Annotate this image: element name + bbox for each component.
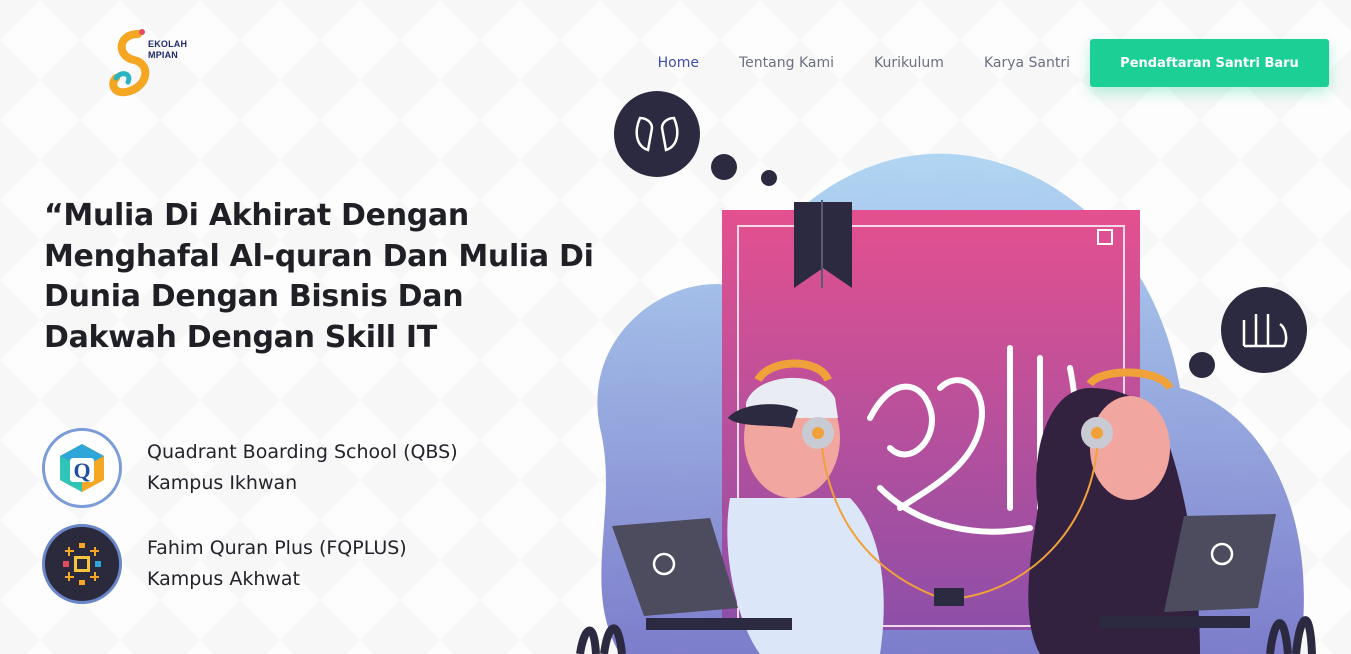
logo-text-line1: EKOLAH — [148, 39, 188, 49]
campus-fqplus-text: Fahim Quran Plus (FQPLUS) Kampus Akhwat — [147, 533, 407, 595]
site-logo[interactable]: EKOLAH MPIAN — [108, 26, 198, 98]
campus-qbs-sub: Kampus Ikhwan — [147, 472, 298, 494]
campus-fqplus-name: Fahim Quran Plus (FQPLUS) — [147, 537, 407, 559]
qbs-logo-icon: Q — [42, 428, 122, 508]
nav-karya-santri[interactable]: Karya Santri — [984, 55, 1070, 71]
svg-text:Q: Q — [73, 458, 90, 483]
campus-fqplus-sub: Kampus Akhwat — [147, 568, 300, 590]
logo-mark-icon — [109, 29, 150, 97]
prayer-hands-icon — [614, 91, 700, 177]
allah-calligraphy-icon — [1221, 287, 1307, 373]
campus-qbs-text: Quadrant Boarding School (QBS) Kampus Ik… — [147, 437, 458, 499]
hero-illustration — [560, 88, 1351, 654]
nav-kurikulum[interactable]: Kurikulum — [874, 55, 944, 71]
campus-qbs-name: Quadrant Boarding School (QBS) — [147, 441, 458, 463]
campus-fqplus[interactable]: Fahim Quran Plus (FQPLUS) Kampus Akhwat — [42, 524, 407, 604]
nav-home[interactable]: Home — [658, 55, 699, 71]
logo-text-line2: MPIAN — [148, 50, 178, 60]
campus-qbs[interactable]: Q Quadrant Boarding School (QBS) Kampus … — [42, 428, 458, 508]
main-nav: Home Tentang Kami Kurikulum Karya Santri… — [658, 39, 1329, 87]
nav-tentang-kami[interactable]: Tentang Kami — [739, 55, 834, 71]
hero-headline: “Mulia Di Akhirat Dengan Menghafal Al-qu… — [44, 198, 594, 355]
fqplus-logo-icon — [42, 524, 122, 604]
registration-button[interactable]: Pendaftaran Santri Baru — [1090, 39, 1329, 87]
